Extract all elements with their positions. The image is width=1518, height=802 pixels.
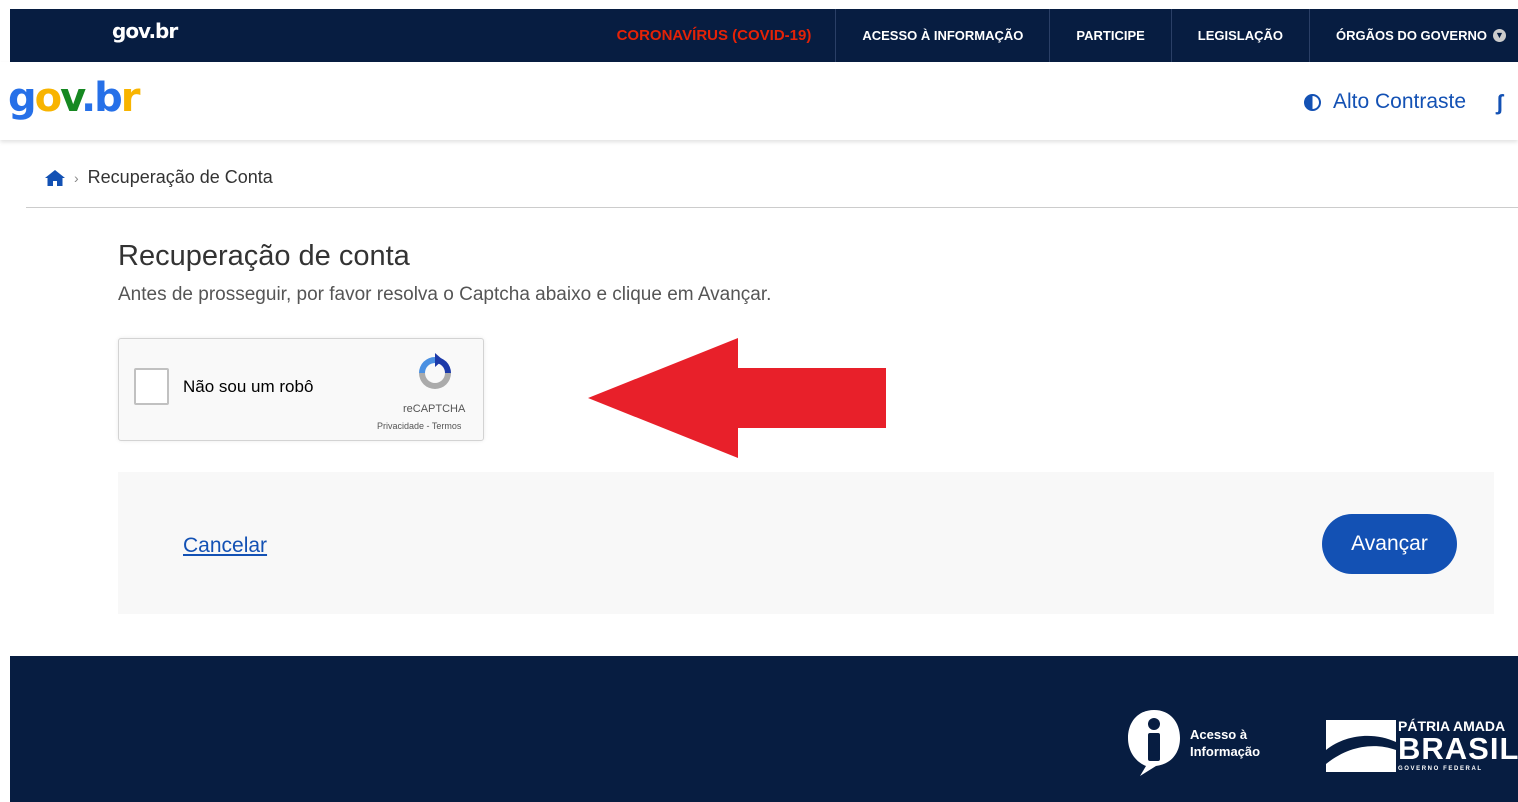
page-instructions: Antes de prosseguir, por favor resolva o…: [118, 284, 772, 305]
top-navigation: CORONAVÍRUS (COVID-19) ACESSO À INFORMAÇ…: [591, 9, 1518, 62]
site-footer: Acesso à Informação PÁTRIA AMADA BRASIL …: [10, 656, 1518, 802]
recaptcha-brand: reCAPTCHA: [403, 403, 466, 415]
breadcrumb-current: Recuperação de Conta: [87, 167, 273, 187]
breadcrumb-divider: [26, 207, 1518, 208]
home-icon[interactable]: [44, 169, 66, 187]
government-top-bar: gov.br CORONAVÍRUS (COVID-19) ACESSO À I…: [10, 9, 1518, 62]
patria-amada-brasil-logo: PÁTRIA AMADA BRASIL GOVERNO FEDERAL: [1326, 716, 1518, 776]
recaptcha-widget: Não sou um robô reCAPTCHA Privacidade - …: [118, 338, 484, 441]
site-header: gov.br Alto Contraste ʃ: [0, 62, 1518, 140]
govbr-logo[interactable]: gov.br: [8, 76, 140, 120]
high-contrast-toggle[interactable]: Alto Contraste: [1304, 90, 1466, 114]
advance-button[interactable]: Avançar: [1322, 514, 1457, 574]
high-contrast-label: Alto Contraste: [1333, 90, 1467, 113]
chevron-down-icon: ▼: [1493, 29, 1506, 42]
brasil-text: BRASIL: [1398, 731, 1518, 766]
accessibility-ear-icon[interactable]: ʃ: [1496, 90, 1503, 116]
recaptcha-checkbox-label: Não sou um robô: [183, 377, 314, 396]
topnav-acesso-informacao-link[interactable]: ACESSO À INFORMAÇÃO: [835, 9, 1049, 62]
governo-federal-text: GOVERNO FEDERAL: [1398, 766, 1483, 772]
topnav-participe-link[interactable]: PARTICIPE: [1049, 9, 1170, 62]
information-icon: [1128, 710, 1180, 776]
breadcrumb: › Recuperação de Conta: [44, 167, 273, 188]
topbar-govbr-logo[interactable]: gov.br: [112, 19, 178, 43]
brasil-flag-icon: [1326, 720, 1396, 772]
contrast-icon: [1304, 93, 1321, 111]
cancel-link[interactable]: Cancelar: [183, 534, 267, 558]
topnav-orgaos-governo-label: ÓRGÃOS DO GOVERNO: [1336, 28, 1487, 43]
recaptcha-logo-icon: [419, 353, 451, 389]
red-arrow-annotation: [588, 338, 886, 458]
page-title: Recuperação de conta: [118, 240, 410, 272]
recaptcha-checkbox[interactable]: [134, 368, 169, 405]
recaptcha-privacy-terms-links[interactable]: Privacidade - Termos: [377, 421, 461, 431]
topnav-covid-link[interactable]: CORONAVÍRUS (COVID-19): [591, 9, 836, 62]
topnav-legislacao-link[interactable]: LEGISLAÇÃO: [1170, 9, 1309, 62]
topnav-orgaos-governo-menu[interactable]: ÓRGÃOS DO GOVERNO ▼: [1309, 9, 1518, 62]
breadcrumb-separator-icon: ›: [74, 169, 79, 186]
action-panel: Cancelar Avançar: [118, 472, 1494, 614]
acesso-informacao-logo[interactable]: Acesso à Informação: [1126, 708, 1270, 778]
acesso-informacao-text: Acesso à Informação: [1190, 727, 1261, 759]
